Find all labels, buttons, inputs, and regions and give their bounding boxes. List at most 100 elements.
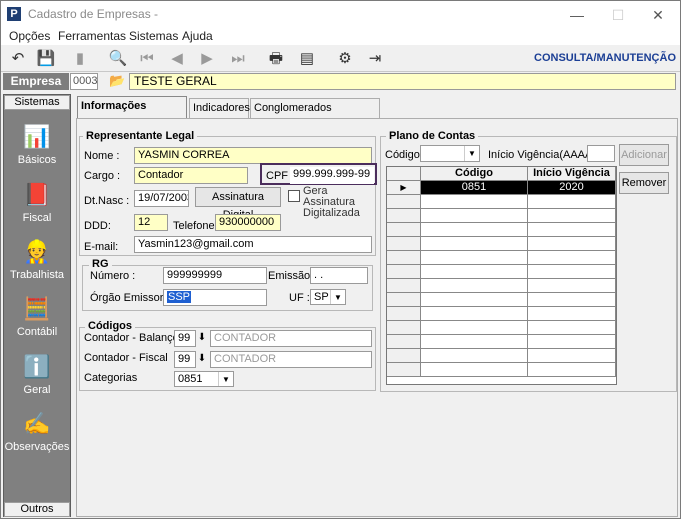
sidebar-item-geral[interactable]: ℹ️ Geral xyxy=(4,353,70,408)
grid-cell-inicio-vigencia[interactable]: 2020 xyxy=(528,181,616,195)
email-field[interactable]: Yasmin123@gmail.com xyxy=(134,236,372,253)
empresa-name-field: TESTE GERAL xyxy=(129,73,676,90)
row-indicator xyxy=(387,209,421,223)
tools-icon[interactable]: ⚙ xyxy=(334,48,356,70)
folder-icon[interactable]: 📂 xyxy=(109,73,129,90)
last-record-icon[interactable]: ⏭ xyxy=(227,48,249,70)
grid-cell-empty[interactable] xyxy=(528,335,616,349)
inicio-vigencia-field[interactable] xyxy=(587,145,615,162)
chevron-down-icon[interactable]: ▼ xyxy=(330,290,345,304)
window-title: Cadastro de Empresas - xyxy=(28,7,159,21)
sidebar-item-trabalhista[interactable]: 👷 Trabalhista xyxy=(4,238,70,293)
grid-cell-empty[interactable] xyxy=(528,307,616,321)
group-title: Representante Legal xyxy=(83,130,198,142)
grid-cell-empty[interactable] xyxy=(528,349,616,363)
nome-label: Nome : xyxy=(84,150,120,162)
grid-cell-empty[interactable] xyxy=(528,195,616,209)
contador-fiscal-name-field: CONTADOR xyxy=(210,351,372,368)
grid-cell-empty[interactable] xyxy=(528,223,616,237)
first-record-icon[interactable]: ⏮ xyxy=(136,48,158,70)
sidebar-item-basicos[interactable]: 📊 Básicos xyxy=(4,123,70,178)
grid-cell-empty[interactable] xyxy=(421,321,528,335)
menu-sistemas[interactable]: Sistemas xyxy=(129,29,178,43)
cpf-field[interactable]: 999.999.999-99 xyxy=(290,167,374,184)
categorias-select[interactable]: 0851 ▼ xyxy=(174,371,234,387)
remover-button[interactable]: Remover xyxy=(619,172,669,194)
grid-cell-empty[interactable] xyxy=(421,335,528,349)
gera-assinatura-checkbox[interactable] xyxy=(288,190,300,202)
grid-header-codigo[interactable]: Código xyxy=(421,167,528,181)
tab-indicadores[interactable]: Indicadores xyxy=(189,98,250,118)
grid-header-inicio-vigencia[interactable]: Início Vigência xyxy=(528,167,616,181)
telefone-field[interactable]: 930000000 xyxy=(215,214,281,231)
grid-cell-empty[interactable] xyxy=(421,307,528,321)
print-icon[interactable]: 🖶 xyxy=(265,48,287,70)
adicionar-button[interactable]: Adicionar xyxy=(619,144,669,166)
sidebar-item-observacoes[interactable]: ✍ Observações xyxy=(4,410,70,465)
tab-conglomerados[interactable]: Conglomerados Econômicos xyxy=(250,98,380,132)
grid-cell-empty[interactable] xyxy=(528,209,616,223)
grid-cell-codigo[interactable]: 0851 xyxy=(421,181,528,195)
minimize-button[interactable]: — xyxy=(563,5,591,25)
emissao-field[interactable]: . . xyxy=(310,267,368,284)
grid-cell-empty[interactable] xyxy=(528,279,616,293)
assinatura-digital-button[interactable]: Assinatura Digital xyxy=(195,187,281,221)
sidebar-header-sistemas[interactable]: Sistemas xyxy=(4,95,70,110)
sidebar-item-fiscal[interactable]: 📕 Fiscal xyxy=(4,181,70,236)
uf-select[interactable]: SP ▼ xyxy=(310,289,346,305)
plano-codigo-label: Código: xyxy=(385,149,423,161)
next-record-icon[interactable]: ▶ xyxy=(196,48,218,70)
grid-cell-empty[interactable] xyxy=(421,293,528,307)
bookmark-icon[interactable]: ▮ xyxy=(69,48,91,70)
group-title: RG xyxy=(89,258,112,270)
previous-record-icon[interactable]: ◀ xyxy=(166,48,188,70)
row-indicator xyxy=(387,237,421,251)
row-pointer-icon: ▶ xyxy=(387,181,421,195)
grid-cell-empty[interactable] xyxy=(528,251,616,265)
grid-cell-empty[interactable] xyxy=(421,279,528,293)
dt-nasc-field[interactable]: 19/07/2003 xyxy=(134,190,189,207)
systems-sidebar: Sistemas 📊 Básicos 📕 Fiscal 👷 Trabalhist… xyxy=(3,94,71,517)
exit-icon[interactable]: ⇥ xyxy=(364,48,386,70)
cargo-field[interactable]: Contador xyxy=(134,167,248,184)
close-button[interactable]: ✕ xyxy=(644,5,672,25)
grid-cell-empty[interactable] xyxy=(421,223,528,237)
contador-fiscal-code-field[interactable]: 99 xyxy=(174,351,196,368)
contador-fiscal-label: Contador - Fiscal xyxy=(84,352,168,364)
mode-label: CONSULTA/MANUTENÇÃO xyxy=(534,52,676,64)
grid-cell-empty[interactable] xyxy=(528,321,616,335)
sidebar-item-contabil[interactable]: 🧮 Contábil xyxy=(4,295,70,350)
grid-cell-empty[interactable] xyxy=(421,237,528,251)
grid-cell-empty[interactable] xyxy=(528,237,616,251)
grid-cell-empty[interactable] xyxy=(528,265,616,279)
tab-informacoes-gerais[interactable]: Informações Gerais xyxy=(77,96,187,130)
grid-cell-empty[interactable] xyxy=(421,209,528,223)
chevron-down-icon[interactable]: ▼ xyxy=(218,372,233,386)
menu-ferramentas[interactable]: Ferramentas xyxy=(58,29,126,43)
nome-field[interactable]: YASMIN CORREA xyxy=(134,147,372,164)
menu-ajuda[interactable]: Ajuda xyxy=(182,29,213,43)
chevron-down-icon[interactable]: ▼ xyxy=(464,146,479,161)
sidebar-footer-outros[interactable]: Outros xyxy=(4,502,70,517)
download-arrow-icon[interactable]: ⬇ xyxy=(194,351,210,368)
grid-cell-empty[interactable] xyxy=(528,363,616,377)
grid-cell-empty[interactable] xyxy=(421,349,528,363)
undo-icon[interactable]: ↶ xyxy=(7,48,29,70)
grid-cell-empty[interactable] xyxy=(421,251,528,265)
orgao-emissor-field[interactable]: SSP xyxy=(163,289,267,306)
rg-numero-field[interactable]: 999999999 xyxy=(163,267,267,284)
grid-cell-empty[interactable] xyxy=(421,363,528,377)
grid-cell-empty[interactable] xyxy=(421,265,528,279)
plano-codigo-select[interactable]: ▼ xyxy=(420,145,480,162)
preview-icon[interactable]: 🔍 xyxy=(107,48,129,70)
download-arrow-icon[interactable]: ⬇ xyxy=(194,330,210,347)
report-icon[interactable]: ▤ xyxy=(296,48,318,70)
empresa-code-field[interactable]: 0003 xyxy=(70,73,98,90)
maximize-button[interactable]: ☐ xyxy=(604,5,632,25)
grid-cell-empty[interactable] xyxy=(421,195,528,209)
save-icon[interactable]: 💾 xyxy=(35,48,57,70)
grid-cell-empty[interactable] xyxy=(528,293,616,307)
menu-opcoes[interactable]: Opções xyxy=(9,29,50,43)
contador-balanco-code-field[interactable]: 99 xyxy=(174,330,196,347)
ddd-field[interactable]: 12 xyxy=(134,214,168,231)
